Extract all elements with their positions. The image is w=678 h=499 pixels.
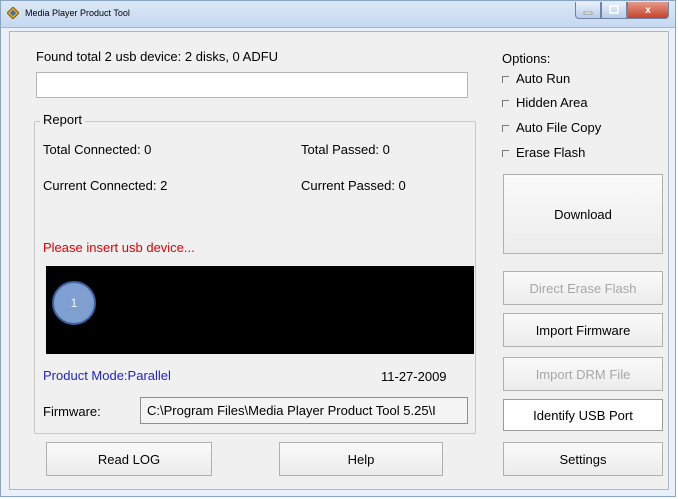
product-mode: Product Mode:Parallel	[43, 368, 171, 383]
import-drm-file-button[interactable]: Import DRM File	[503, 357, 663, 391]
identify-usb-port-button[interactable]: Identify USB Port	[503, 399, 663, 431]
option-label: Auto File Copy	[516, 120, 602, 135]
checkbox[interactable]	[502, 124, 509, 132]
app-diamond-icon	[7, 7, 19, 19]
option-auto-run[interactable]: Auto Run	[502, 71, 570, 86]
port-indicator-label: 1	[70, 296, 78, 310]
main-panel: Found total 2 usb device: 2 disks, 0 ADF…	[9, 31, 669, 490]
settings-button[interactable]: Settings	[503, 442, 663, 476]
option-auto-file-copy[interactable]: Auto File Copy	[502, 120, 601, 135]
total-passed: Total Passed: 0	[301, 142, 390, 157]
window-title: Media Player Product Tool	[25, 8, 130, 18]
read-log-button[interactable]: Read LOG	[46, 442, 212, 476]
app-window: Media Player Product Tool x Found total …	[0, 0, 676, 497]
checkbox[interactable]	[502, 149, 509, 157]
device-summary: Found total 2 usb device: 2 disks, 0 ADF…	[36, 49, 279, 64]
firmware-path-field[interactable]: C:\Program Files\Media Player Product To…	[140, 397, 468, 424]
import-firmware-button[interactable]: Import Firmware	[503, 313, 663, 347]
current-connected: Current Connected: 2	[43, 178, 168, 193]
status-field	[36, 72, 468, 98]
close-icon: x	[645, 4, 651, 16]
minimize-button[interactable]	[575, 2, 601, 19]
total-connected: Total Connected: 0	[43, 142, 152, 157]
report-title: Report	[40, 112, 86, 127]
close-button[interactable]: x	[627, 2, 669, 19]
title-bar[interactable]: Media Player Product Tool x	[1, 1, 675, 28]
firmware-label: Firmware:	[43, 404, 101, 419]
direct-erase-flash-button[interactable]: Direct Erase Flash	[503, 271, 663, 305]
build-date: 11-27-2009	[381, 369, 447, 384]
options-title: Options:	[502, 51, 551, 66]
maximize-button[interactable]	[601, 2, 627, 19]
option-label: Hidden Area	[516, 95, 588, 110]
maximize-icon	[609, 5, 619, 14]
insert-device-message: Please insert usb device...	[43, 240, 195, 255]
option-erase-flash[interactable]: Erase Flash	[502, 145, 585, 160]
checkbox[interactable]	[502, 75, 509, 83]
current-passed: Current Passed: 0	[301, 178, 406, 193]
minimize-icon	[583, 11, 593, 15]
device-port-panel	[46, 266, 474, 354]
option-label: Erase Flash	[516, 145, 586, 160]
checkbox[interactable]	[502, 99, 509, 107]
help-button[interactable]: Help	[279, 442, 443, 476]
option-hidden-area[interactable]: Hidden Area	[502, 95, 588, 110]
download-button[interactable]: Download	[503, 174, 663, 254]
caption-buttons: x	[575, 2, 669, 20]
option-label: Auto Run	[516, 71, 571, 86]
port-indicator-1[interactable]: 1	[52, 281, 96, 325]
